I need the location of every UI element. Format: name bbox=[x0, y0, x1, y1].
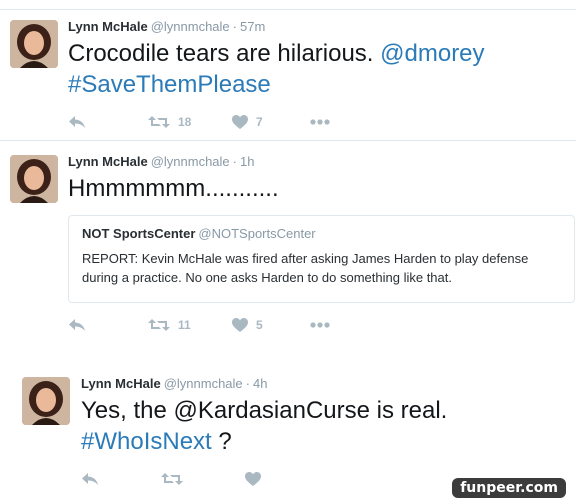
separator-dot: · bbox=[245, 376, 250, 391]
heart-icon bbox=[245, 472, 261, 486]
author-name[interactable]: Lynn McHale bbox=[81, 376, 161, 391]
quoted-author-name: NOT SportsCenter bbox=[82, 226, 196, 241]
avatar[interactable] bbox=[10, 20, 58, 68]
more-icon bbox=[310, 322, 330, 328]
tweet-text-segment: ? bbox=[211, 428, 232, 455]
like-count: 7 bbox=[256, 115, 263, 129]
reply-button[interactable] bbox=[68, 113, 86, 131]
reply-icon bbox=[69, 319, 85, 331]
retweet-icon bbox=[148, 319, 170, 331]
tweet-text-segment: Hmmmmmm........... bbox=[68, 175, 279, 202]
tweet-timestamp[interactable]: 1h bbox=[240, 154, 254, 169]
more-button[interactable] bbox=[310, 316, 330, 334]
reply-icon bbox=[69, 116, 85, 128]
author-handle[interactable]: @lynnmchale bbox=[164, 376, 243, 391]
tweet-actions bbox=[81, 470, 381, 488]
quoted-tweet[interactable]: NOT SportsCenter @NOTSportsCenter REPORT:… bbox=[68, 215, 575, 303]
reply-icon bbox=[82, 473, 98, 485]
retweet-button[interactable]: 18 bbox=[148, 113, 191, 131]
tweet-timestamp[interactable]: 4h bbox=[253, 376, 267, 391]
retweet-button[interactable]: 11 bbox=[148, 316, 191, 334]
tweet[interactable]: Lynn McHale @lynnmchale · 57m Crocodile tea… bbox=[0, 0, 576, 140]
tweet-text-line: #WhoIsNext ? bbox=[81, 426, 447, 457]
tweet-actions: 11 5 bbox=[68, 316, 368, 334]
like-button[interactable]: 5 bbox=[232, 316, 263, 334]
tweet-text-segment: Yes, the @KardasianCurse is real. bbox=[81, 397, 448, 424]
tweet-text-line: Crocodile tears are hilarious. @dmorey bbox=[68, 38, 485, 69]
quoted-tweet-text: REPORT: Kevin McHale was fired after ask… bbox=[82, 251, 529, 285]
tweet-text: Crocodile tears are hilarious. @dmorey #… bbox=[68, 38, 485, 100]
tweet-text-line: #SaveThemPlease bbox=[68, 69, 485, 100]
tweet-text-segment: Crocodile tears are hilarious. bbox=[68, 40, 381, 67]
retweet-count: 11 bbox=[178, 318, 191, 332]
separator-dot: · bbox=[232, 154, 237, 169]
reply-button[interactable] bbox=[81, 470, 99, 488]
reply-button[interactable] bbox=[68, 316, 86, 334]
tweet-timestamp[interactable]: 57m bbox=[240, 19, 265, 34]
avatar[interactable] bbox=[10, 155, 58, 203]
retweet-icon bbox=[161, 473, 183, 485]
tweet[interactable]: Lynn McHale @lynnmchale · 1h Hmmmmmm.......… bbox=[0, 140, 576, 345]
separator-dot: · bbox=[232, 19, 237, 34]
author-name[interactable]: Lynn McHale bbox=[68, 154, 148, 169]
tweet-text-line: Yes, the @KardasianCurse is real. bbox=[81, 395, 447, 426]
avatar[interactable] bbox=[22, 377, 70, 425]
tweet-text-line: Hmmmmmm........... bbox=[68, 173, 279, 204]
heart-icon bbox=[232, 318, 248, 332]
mention-link[interactable]: @dmorey bbox=[380, 40, 484, 67]
tweet-text: Hmmmmmm........... bbox=[68, 173, 279, 204]
tweet-text: Yes, the @KardasianCurse is real. #WhoIs… bbox=[81, 395, 447, 457]
hashtag-link[interactable]: #SaveThemPlease bbox=[68, 71, 271, 98]
author-name[interactable]: Lynn McHale bbox=[68, 19, 148, 34]
author-handle[interactable]: @lynnmchale bbox=[151, 19, 230, 34]
more-icon bbox=[310, 119, 330, 125]
watermark: funpeer.com bbox=[452, 478, 566, 498]
hashtag-link[interactable]: #WhoIsNext bbox=[81, 428, 212, 455]
like-button[interactable] bbox=[245, 470, 269, 488]
author-handle[interactable]: @lynnmchale bbox=[151, 154, 230, 169]
retweet-count: 18 bbox=[178, 115, 192, 129]
tweet-actions: 18 7 bbox=[68, 113, 368, 131]
like-count: 5 bbox=[256, 318, 263, 332]
quoted-author-handle: @NOTSportsCenter bbox=[198, 226, 316, 241]
retweet-icon bbox=[148, 116, 170, 128]
more-button[interactable] bbox=[310, 113, 330, 131]
like-button[interactable]: 7 bbox=[232, 113, 263, 131]
heart-icon bbox=[232, 115, 248, 129]
retweet-button[interactable] bbox=[161, 470, 191, 488]
